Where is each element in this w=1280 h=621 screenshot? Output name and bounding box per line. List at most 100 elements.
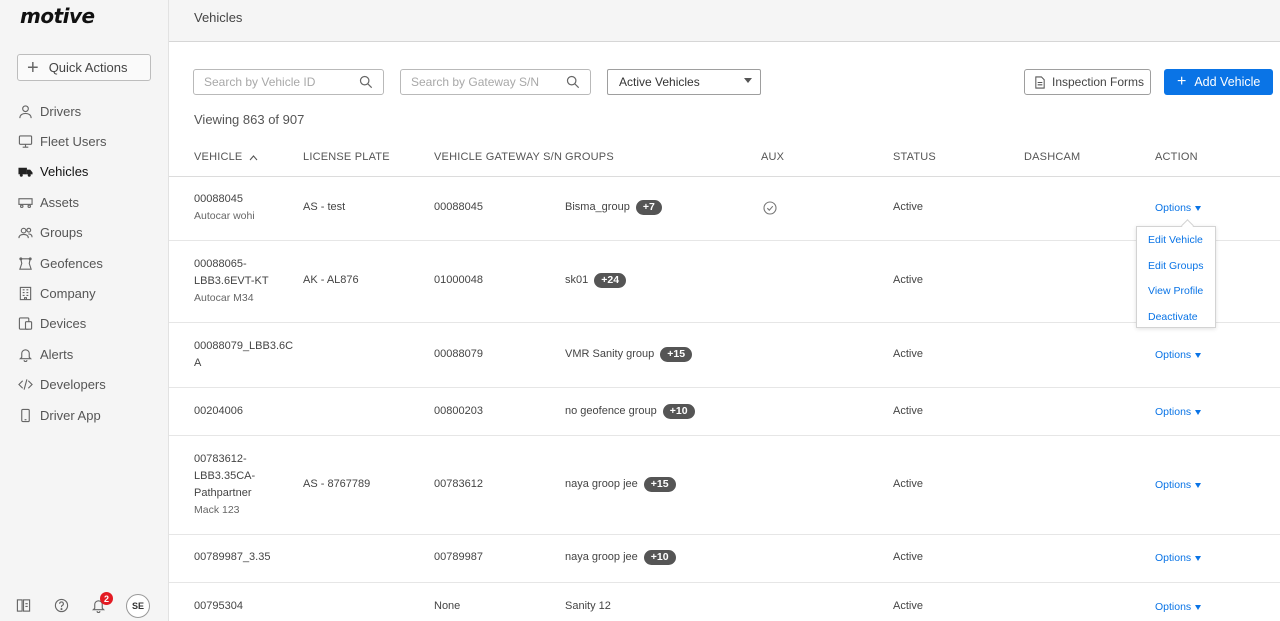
sidebar-item-label: Drivers — [40, 103, 82, 119]
inspection-forms-button[interactable]: Inspection Forms — [1024, 69, 1151, 95]
row-divider — [169, 240, 1280, 241]
more-groups-badge[interactable]: +15 — [643, 476, 676, 492]
more-groups-badge[interactable]: +15 — [660, 346, 693, 362]
notification-count-badge: 2 — [100, 592, 113, 605]
vehicle-id: 00088065- — [194, 258, 247, 270]
plus-icon: + — [27, 56, 39, 79]
knowledge-base-icon[interactable] — [16, 598, 31, 613]
viewing-count: Viewing 863 of 907 — [194, 112, 305, 127]
table-row-vehicle-cell[interactable]: 00088065- LBB3.6EVT-KT Autocar M34 — [194, 256, 269, 307]
sidebar-item-alerts[interactable]: Alerts — [0, 339, 168, 369]
aux-check-icon — [763, 201, 777, 215]
column-header-groups: GROUPS — [565, 151, 614, 163]
motive-logo[interactable]: motive — [20, 4, 95, 28]
add-vehicle-label: Add Vehicle — [1194, 75, 1261, 89]
groups-cell: Sanity 12 — [565, 598, 611, 615]
more-groups-badge[interactable]: +7 — [635, 199, 662, 215]
code-icon — [18, 379, 33, 391]
vehicle-model: Autocar M34 — [194, 292, 254, 304]
sort-ascending-icon — [249, 154, 258, 160]
table-row-vehicle-cell[interactable]: 00783612- LBB3.35CA- Pathpartner Mack 12… — [194, 451, 255, 519]
geofence-icon — [19, 256, 32, 270]
table-row-vehicle-cell[interactable]: 00789987_3.35 — [194, 549, 270, 566]
status-text: Active — [893, 405, 923, 417]
vehicle-model: Autocar wohi — [194, 210, 255, 222]
table-row-vehicle-cell[interactable]: 00204006 — [194, 403, 243, 420]
sidebar-item-developers[interactable]: Developers — [0, 370, 168, 400]
quick-actions-button[interactable]: + Quick Actions — [17, 54, 151, 81]
sidebar-item-label: Geofences — [40, 255, 103, 271]
sidebar-item-assets[interactable]: Assets — [0, 187, 168, 217]
sidebar-item-drivers[interactable]: Drivers — [0, 96, 168, 126]
vehicle-status-select[interactable]: Active Vehicles — [607, 69, 761, 95]
menu-item-edit-groups[interactable]: Edit Groups — [1148, 260, 1203, 272]
table-row-vehicle-cell[interactable]: 00795304 — [194, 598, 243, 615]
gateway-sn: 00088045 — [434, 201, 483, 213]
row-divider — [169, 322, 1280, 323]
search-icon[interactable] — [566, 75, 580, 89]
sidebar-item-label: Company — [40, 286, 96, 302]
gateway-search-input[interactable] — [411, 75, 566, 89]
sidebar-item-driver-app[interactable]: Driver App — [0, 400, 168, 430]
menu-item-edit-vehicle[interactable]: Edit Vehicle — [1148, 234, 1203, 246]
help-icon[interactable] — [54, 598, 69, 613]
sidebar-item-groups[interactable]: Groups — [0, 218, 168, 248]
group-name: naya groop jee — [565, 478, 638, 490]
gateway-search-field[interactable] — [400, 69, 591, 95]
vehicle-id: 00204006 — [194, 405, 243, 417]
vehicle-search-input[interactable] — [204, 75, 359, 89]
license-plate: AK - AL876 — [303, 274, 359, 286]
vehicle-id-continued: Pathpartner — [194, 487, 252, 499]
column-header-label: VEHICLE — [194, 151, 243, 163]
menu-item-deactivate[interactable]: Deactivate — [1148, 311, 1198, 323]
caret-down-icon — [1195, 482, 1202, 488]
sidebar-item-geofences[interactable]: Geofences — [0, 248, 168, 278]
row-options-button[interactable]: Options — [1155, 552, 1202, 564]
column-header-vehicle[interactable]: VEHICLE — [194, 151, 258, 163]
vehicle-id: 00789987_3.35 — [194, 551, 271, 563]
groups-cell: naya groop jee +15 — [565, 476, 676, 493]
group-name: Bisma_group — [565, 201, 630, 213]
more-groups-badge[interactable]: +10 — [662, 403, 695, 419]
page-title: Vehicles — [194, 10, 243, 25]
gateway-sn: 00789987 — [434, 551, 483, 563]
status-text: Active — [893, 348, 923, 360]
table-row-vehicle-cell[interactable]: 00088079_LBB3.6C A — [194, 338, 293, 372]
status-text: Active — [893, 201, 923, 213]
sidebar-item-company[interactable]: Company — [0, 278, 168, 308]
vehicle-id-continued: LBB3.35CA- — [194, 470, 256, 482]
row-options-button[interactable]: Options — [1155, 349, 1202, 361]
search-icon[interactable] — [359, 75, 373, 89]
menu-item-view-profile[interactable]: View Profile — [1148, 285, 1203, 297]
groups-cell: sk01 +24 — [565, 272, 627, 289]
group-icon — [18, 227, 33, 239]
more-groups-badge[interactable]: +10 — [643, 549, 676, 565]
sidebar-item-vehicles[interactable]: Vehicles — [0, 157, 168, 187]
options-label: Options — [1155, 552, 1192, 564]
gateway-sn: 00088079 — [434, 348, 483, 360]
vehicle-search-field[interactable] — [193, 69, 384, 95]
caret-down-icon — [1195, 604, 1202, 610]
group-name: sk01 — [565, 274, 589, 286]
sidebar-item-label: Vehicles — [40, 164, 89, 180]
gateway-sn: 00800203 — [434, 405, 483, 417]
sidebar-nav: Drivers Fleet Users Vehicles Assets Grou… — [0, 96, 168, 430]
monitor-icon — [18, 135, 33, 148]
options-label: Options — [1155, 601, 1192, 613]
avatar[interactable]: SE — [126, 594, 150, 618]
options-label: Options — [1155, 202, 1192, 214]
row-options-button[interactable]: Options — [1155, 406, 1202, 418]
caret-down-icon — [1195, 409, 1202, 415]
add-vehicle-button[interactable]: + Add Vehicle — [1164, 69, 1273, 95]
caret-down-icon — [744, 78, 752, 83]
sidebar-item-fleet-users[interactable]: Fleet Users — [0, 126, 168, 156]
table-row-vehicle-cell[interactable]: 00088045 Autocar wohi — [194, 191, 255, 225]
column-header-status: STATUS — [893, 151, 936, 163]
row-options-button[interactable]: Options — [1155, 479, 1202, 491]
row-options-button[interactable]: Options — [1155, 202, 1202, 214]
quick-actions-label: Quick Actions — [48, 60, 128, 75]
row-divider — [169, 387, 1280, 388]
row-options-button[interactable]: Options — [1155, 601, 1202, 613]
sidebar-item-devices[interactable]: Devices — [0, 309, 168, 339]
more-groups-badge[interactable]: +24 — [594, 272, 627, 288]
